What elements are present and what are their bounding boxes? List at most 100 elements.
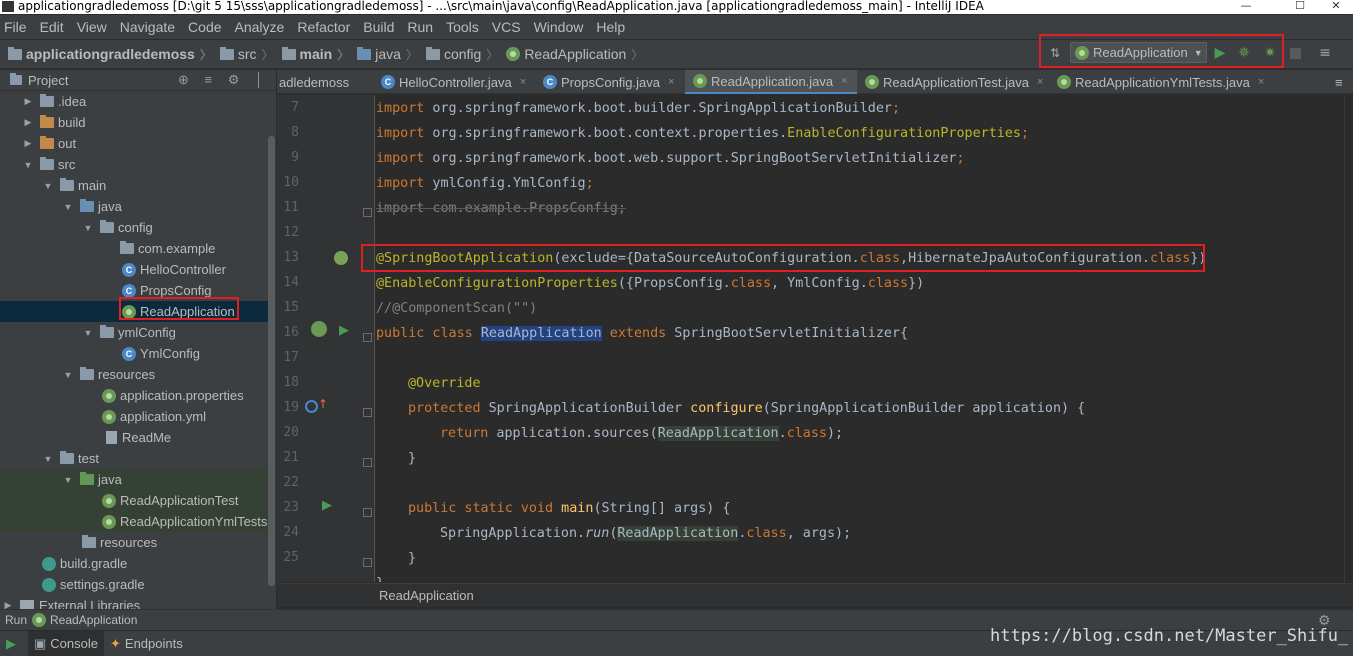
tab-readapplicationtest[interactable]: ReadApplicationTest.java × — [857, 70, 1049, 94]
spring-class-gutter-icon[interactable] — [311, 321, 327, 337]
minimize-button[interactable]: — — [1231, 0, 1261, 12]
menu-run[interactable]: Run — [407, 19, 433, 35]
run-main-gutter-icon[interactable]: ▶ — [322, 498, 332, 513]
project-panel-tools-icon[interactable]: ⊕ ≡ ⚙ │ — [178, 72, 269, 88]
maximize-button[interactable]: ☐ — [1285, 0, 1315, 12]
expand-arrow-icon[interactable]: ▶ — [22, 138, 34, 149]
menu-analyze[interactable]: Analyze — [235, 19, 285, 35]
project-panel-title[interactable]: Project — [28, 73, 68, 88]
breadcrumb-src[interactable]: src 〉 — [219, 46, 278, 63]
tree-item-resources-main[interactable]: ▼ resources — [0, 364, 268, 385]
breadcrumb-readapplication[interactable]: ReadApplication 〉 — [506, 46, 647, 63]
run-class-gutter-icon[interactable]: ▶ — [339, 323, 349, 338]
menu-build[interactable]: Build — [363, 19, 394, 35]
override-gutter-icon[interactable] — [305, 400, 318, 413]
tab-hellocontroller[interactable]: C HelloController.java × — [373, 70, 535, 94]
expand-arrow-icon[interactable]: ▶ — [22, 96, 34, 107]
tree-item-test[interactable]: ▼ test — [0, 448, 268, 469]
expand-arrow-icon[interactable]: ▼ — [82, 328, 94, 338]
tab-propsconfig[interactable]: C PropsConfig.java × — [535, 70, 685, 94]
menu-vcs[interactable]: VCS — [492, 19, 521, 35]
tab-adledemoss[interactable]: adledemoss — [277, 70, 373, 94]
close-tab-icon[interactable]: × — [520, 76, 526, 88]
breadcrumb-java[interactable]: java 〉 — [357, 46, 422, 63]
expand-arrow-icon[interactable]: ▼ — [62, 202, 74, 212]
tab-readapplicationymltests[interactable]: ReadApplicationYmlTests.java × — [1049, 70, 1271, 94]
menu-help[interactable]: Help — [596, 19, 625, 35]
editor-scrollbar[interactable] — [1344, 95, 1353, 582]
expand-arrow-icon[interactable]: ▼ — [62, 475, 74, 485]
tree-item-build-gradle[interactable]: build.gradle — [0, 553, 268, 574]
menu-window[interactable]: Window — [534, 19, 584, 35]
breadcrumb-main[interactable]: main 〉 — [281, 46, 354, 63]
close-tab-icon[interactable]: × — [1258, 76, 1264, 88]
tree-item-ymlconfig-class[interactable]: C YmlConfig — [0, 343, 268, 364]
project-structure-button[interactable]: ≡ — [1316, 44, 1334, 62]
tree-item-hellocontroller[interactable]: C HelloController — [0, 259, 268, 280]
spring-bean-gutter-icon[interactable] — [334, 251, 348, 265]
tree-item-java[interactable]: ▼ java — [0, 196, 268, 217]
tab-endpoints[interactable]: ✦ Endpoints — [104, 631, 189, 656]
close-window-button[interactable]: ✕ — [1321, 0, 1351, 12]
expand-arrow-icon[interactable]: ▶ — [22, 117, 34, 128]
fold-marker-icon[interactable] — [363, 408, 372, 417]
close-tab-icon[interactable]: × — [841, 75, 847, 87]
tree-item-readapplicationymltests[interactable]: ReadApplicationYmlTests — [0, 511, 268, 532]
menu-navigate[interactable]: Navigate — [120, 19, 175, 35]
class-reference: ReadApplication — [657, 426, 779, 441]
close-tab-icon[interactable]: × — [668, 76, 674, 88]
stop-button[interactable] — [1286, 44, 1304, 62]
override-arrow-icon[interactable]: ↑ — [318, 397, 328, 411]
tree-item-resources-test[interactable]: resources — [0, 532, 268, 553]
fold-marker-icon[interactable] — [363, 333, 372, 342]
tree-item-label: YmlConfig — [140, 346, 200, 361]
menu-refactor[interactable]: Refactor — [297, 19, 350, 35]
fold-marker-icon[interactable] — [363, 458, 372, 467]
tree-item-com-example[interactable]: com.example — [0, 238, 268, 259]
menu-code[interactable]: Code — [188, 19, 221, 35]
tree-item-idea[interactable]: ▶ .idea — [0, 91, 268, 112]
menu-edit[interactable]: Edit — [40, 19, 64, 35]
tree-item-main[interactable]: ▼ main — [0, 175, 268, 196]
tab-console[interactable]: ▣ Console — [28, 631, 104, 656]
tab-overflow-menu[interactable]: ≡ — [1333, 70, 1351, 94]
tree-item-build[interactable]: ▶ build — [0, 112, 268, 133]
menu-tools[interactable]: Tools — [446, 19, 479, 35]
fold-marker-icon[interactable] — [363, 558, 372, 567]
tree-item-src[interactable]: ▼ src — [0, 154, 268, 175]
tree-item-config[interactable]: ▼ config — [0, 217, 268, 238]
menu-view[interactable]: View — [77, 19, 107, 35]
tree-item-ymlconfig-package[interactable]: ▼ ymlConfig — [0, 322, 268, 343]
rerun-icon[interactable]: ▶ — [0, 631, 28, 656]
tree-item-external-libraries[interactable]: ▶ External Libraries — [0, 595, 268, 609]
breadcrumb-project[interactable]: applicationgradledemoss 〉 — [8, 46, 216, 63]
breadcrumb-config[interactable]: config 〉 — [425, 46, 502, 63]
close-tab-icon[interactable]: × — [1037, 76, 1043, 88]
expand-arrow-icon[interactable]: ▶ — [2, 600, 14, 609]
code-line-25: } — [408, 551, 417, 566]
expand-arrow-icon[interactable]: ▼ — [62, 370, 74, 380]
tree-item-label: src — [58, 157, 76, 172]
editor-breadcrumb-class[interactable]: ReadApplication — [379, 588, 474, 603]
tree-item-out[interactable]: ▶ out — [0, 133, 268, 154]
fold-marker-icon[interactable] — [363, 508, 372, 517]
fold-marker-icon[interactable] — [363, 208, 372, 217]
tab-readapplication[interactable]: ReadApplication.java × — [685, 70, 857, 94]
tree-item-readapplicationtest[interactable]: ReadApplicationTest — [0, 490, 268, 511]
code-text: }) — [908, 276, 925, 291]
code-editor[interactable]: import org.springframework.boot.builder.… — [376, 95, 1344, 582]
expand-arrow-icon[interactable]: ▼ — [22, 160, 34, 170]
line-number: 12 — [283, 225, 299, 240]
menu-file[interactable]: File — [4, 19, 27, 35]
keyword: protected — [408, 401, 481, 416]
tree-item-settings-gradle[interactable]: settings.gradle — [0, 574, 268, 595]
tree-item-application-properties[interactable]: application.properties — [0, 385, 268, 406]
project-tree-scrollbar[interactable] — [268, 136, 275, 586]
expand-arrow-icon[interactable]: ▼ — [42, 454, 54, 464]
tree-item-test-java[interactable]: ▼ java — [0, 469, 268, 490]
run-config-label[interactable]: ReadApplication — [50, 613, 137, 627]
tree-item-application-yml[interactable]: application.yml — [0, 406, 268, 427]
expand-arrow-icon[interactable]: ▼ — [42, 181, 54, 191]
tree-item-readme[interactable]: ReadMe — [0, 427, 268, 448]
expand-arrow-icon[interactable]: ▼ — [82, 223, 94, 233]
